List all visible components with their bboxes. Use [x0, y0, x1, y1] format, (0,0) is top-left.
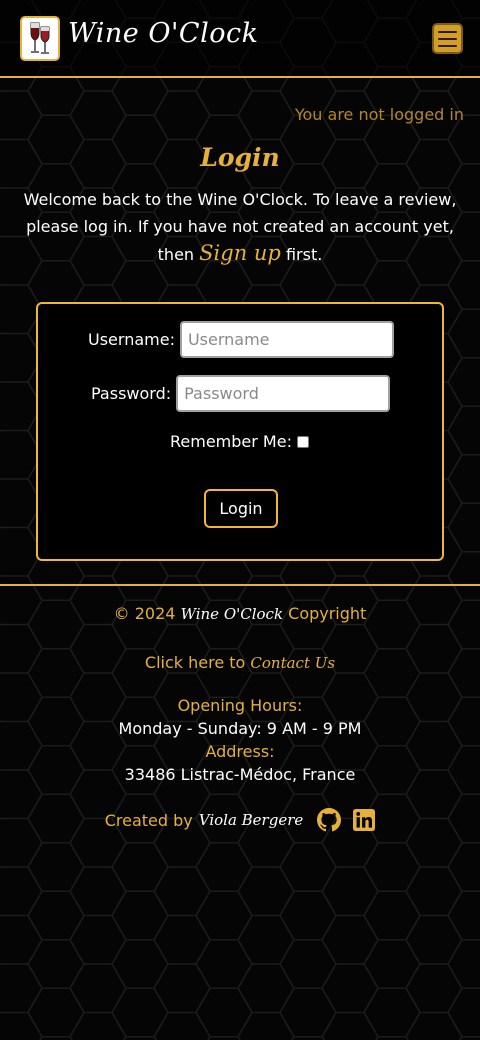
intro-text: Welcome back to the Wine O'Clock. To lea… [20, 186, 460, 268]
contact-prefix: Click here to [144, 653, 246, 672]
contact-line: Click here to Contact Us [0, 653, 480, 672]
social-links [317, 808, 376, 832]
created-prefix: Created by [104, 810, 193, 830]
site-header: Wine O'Clock [0, 0, 480, 78]
intro-text-part2: first. [285, 245, 323, 264]
copyright-brand: Wine O'Clock [180, 605, 284, 623]
brand-name[interactable]: Wine O'Clock [68, 18, 258, 49]
remember-checkbox[interactable] [296, 435, 309, 448]
copyright: © 2024 Wine O'Clock Copyright [0, 604, 480, 623]
contact-link[interactable]: Contact Us [250, 654, 335, 672]
page-title: Login [200, 143, 280, 172]
remember-label: Remember Me: [170, 432, 292, 451]
login-button[interactable]: Login [204, 489, 278, 528]
username-row: Username: [88, 321, 394, 358]
password-input[interactable] [176, 375, 391, 412]
created-by: Created by Viola Bergere [0, 808, 480, 832]
linkedin-icon[interactable] [353, 809, 376, 831]
password-label: Password: [91, 384, 172, 403]
menu-toggle-button[interactable] [432, 23, 463, 54]
address-value: 33486 Listrac-Médoc, France [124, 765, 356, 784]
login-form: Username: Password: Remember Me: Login [36, 302, 444, 561]
hours-label: Opening Hours: [177, 696, 303, 715]
logo[interactable] [20, 16, 60, 61]
hamburger-icon [438, 30, 457, 33]
username-label: Username: [88, 330, 175, 349]
site-footer: © 2024 Wine O'Clock Copyright Click here… [0, 584, 480, 832]
github-icon[interactable] [317, 808, 342, 832]
login-status: You are not logged in [294, 105, 464, 124]
copyright-suffix: Copyright [288, 604, 367, 623]
copyright-prefix: © 2024 [113, 604, 176, 623]
address-label: Address: [205, 742, 275, 761]
password-row: Password: [91, 375, 391, 412]
remember-row: Remember Me: [170, 432, 309, 451]
signup-link[interactable]: Sign up [199, 241, 281, 265]
wine-glass-icon [30, 22, 50, 54]
author-name: Viola Bergere [198, 811, 304, 829]
username-input[interactable] [179, 321, 394, 358]
hours-value: Monday - Sunday: 9 AM - 9 PM [118, 719, 362, 738]
